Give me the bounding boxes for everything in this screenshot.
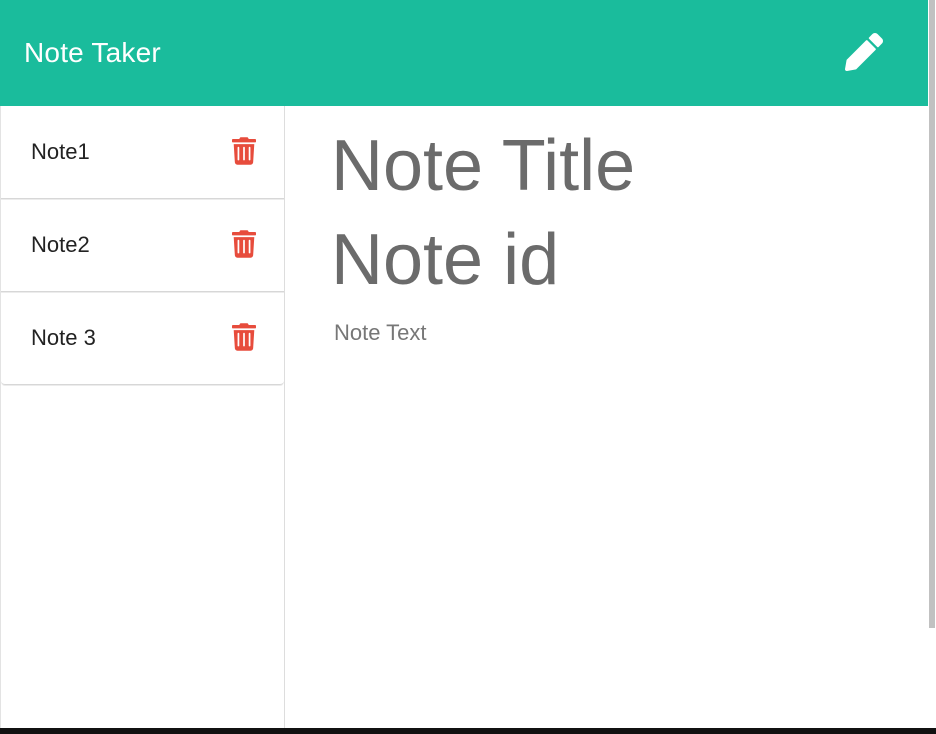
- pencil-icon: [845, 33, 883, 71]
- trash-icon: [232, 137, 256, 165]
- trash-icon: [232, 230, 256, 258]
- trash-icon: [232, 323, 256, 351]
- note-text-area[interactable]: Note Text: [334, 320, 427, 346]
- note-list-sidebar: Note1 Note2 Note 3: [0, 106, 285, 734]
- note-title-label[interactable]: Note 3: [31, 325, 96, 351]
- new-note-button[interactable]: [840, 28, 888, 76]
- note-taker-page: Note Taker Note1 Note2 Note 3 Note Title…: [0, 0, 936, 734]
- app-title[interactable]: Note Taker: [24, 36, 161, 70]
- note-editor: Note Title Note id Note Text: [286, 106, 928, 734]
- window-bottom-edge: [0, 728, 936, 734]
- list-item[interactable]: Note2: [1, 199, 284, 292]
- note-title-field[interactable]: Note Title: [331, 124, 891, 208]
- note-title-label[interactable]: Note2: [31, 232, 90, 258]
- note-title-label[interactable]: Note1: [31, 139, 90, 165]
- delete-note-button[interactable]: [231, 322, 257, 352]
- note-list: Note1 Note2 Note 3: [1, 106, 284, 385]
- scrollbar-thumb[interactable]: [929, 0, 935, 628]
- delete-note-button[interactable]: [231, 229, 257, 259]
- top-navbar: Note Taker: [0, 0, 928, 106]
- list-item[interactable]: Note1: [1, 106, 284, 199]
- list-item[interactable]: Note 3: [1, 292, 284, 385]
- note-id-field[interactable]: Note id: [331, 218, 559, 302]
- delete-note-button[interactable]: [231, 136, 257, 166]
